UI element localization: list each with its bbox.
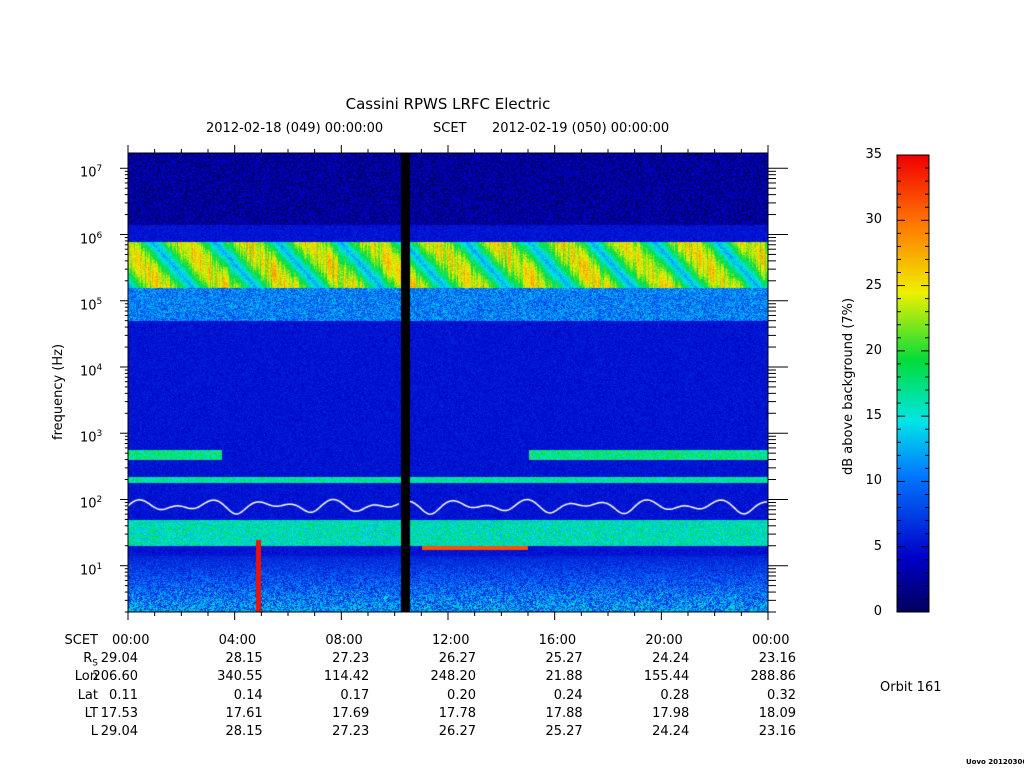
colorbar-tick-label: 10	[865, 473, 882, 489]
y-tick-label: 104	[80, 362, 103, 380]
ephemeris-value: 00:00	[752, 633, 790, 648]
y-tick-label: 103	[80, 429, 103, 446]
colorbar-tick-label: 30	[865, 212, 882, 228]
colorbar-tick-label: 0	[873, 604, 882, 619]
ephemeris-value: 24.24	[652, 651, 690, 667]
ephemeris-value: 25.27	[545, 724, 583, 739]
ephemeris-value: 0.17	[340, 687, 370, 703]
ephemeris-value: 0.28	[660, 687, 690, 703]
ephemeris-value: 25.27	[545, 651, 583, 667]
ephemeris-value: 17.88	[545, 705, 583, 721]
ephemeris-value: 27.23	[332, 724, 370, 739]
ephemeris-value: 17.98	[652, 705, 690, 721]
ephemeris-value: 04:00	[218, 633, 257, 648]
ephemeris-value: 23.16	[758, 651, 796, 667]
colorbar-tick-label: 35	[865, 147, 882, 162]
colorbar-tick-label: 20	[865, 342, 882, 358]
y-tick-label: 105	[80, 296, 103, 314]
y-tick-label: 102	[80, 495, 103, 512]
ephemeris-value: 0.14	[233, 687, 263, 703]
ephemeris-value: 0.11	[109, 687, 138, 703]
colorbar-tick-label: 15	[865, 408, 882, 424]
ephemeris-value: 16:00	[538, 633, 577, 648]
ephemeris-value: 12:00	[432, 633, 470, 648]
orbit-label: Orbit 161	[880, 680, 942, 695]
ephemeris-value: 288.86	[750, 669, 797, 685]
ephemeris-value: 206.60	[92, 669, 139, 685]
ephemeris-value: 28.15	[225, 724, 263, 739]
ephemeris-value: 17.53	[100, 705, 138, 721]
ephemeris-value: 18.09	[758, 705, 796, 721]
ephemeris-value: 0.32	[767, 687, 796, 703]
colorbar-label: dB above background (7%)	[841, 297, 856, 475]
ephemeris-value: 21.88	[545, 669, 583, 685]
y-tick-label: 101	[80, 561, 103, 579]
ephemeris-value: 26.27	[438, 651, 476, 667]
ephemeris-value: 28.15	[225, 651, 263, 667]
colorbar-tick-label: 5	[873, 538, 882, 554]
colorbar-tick-label: 25	[865, 277, 882, 293]
footer-label: Uovo 20120306	[966, 758, 1024, 766]
ephemeris-value: 155.44	[643, 669, 690, 685]
y-tick-label: 106	[80, 230, 103, 247]
ephemeris-value: 20:00	[645, 633, 683, 648]
ephemeris-value: 17.61	[225, 705, 263, 721]
ephemeris-value: 17.78	[438, 705, 476, 721]
ephemeris-value: 340.55	[217, 669, 263, 685]
ephemeris-value: 114.42	[323, 669, 370, 685]
ephemeris-value: 17.69	[332, 705, 370, 721]
ephemeris-value: 0.20	[447, 687, 476, 703]
plot-frame	[127, 152, 769, 613]
ephemeris-value: 27.23	[332, 651, 370, 667]
ephemeris-value: 248.20	[430, 669, 477, 685]
y-tick-label: 107	[80, 164, 103, 181]
ephemeris-row-label: SCET	[64, 633, 98, 648]
y-axis-label: frequency (Hz)	[51, 343, 66, 440]
ephemeris-value: 29.04	[100, 724, 138, 739]
ephemeris-value: 29.04	[100, 651, 138, 667]
ephemeris-value: 24.24	[652, 724, 690, 739]
ephemeris-value: 26.27	[438, 724, 476, 739]
ephemeris-value: 23.16	[758, 724, 796, 739]
colorbar-frame	[896, 154, 930, 613]
ephemeris-value: 00:00	[112, 633, 150, 648]
ephemeris-value: 0.24	[553, 687, 583, 703]
ephemeris-value: 08:00	[325, 633, 363, 648]
